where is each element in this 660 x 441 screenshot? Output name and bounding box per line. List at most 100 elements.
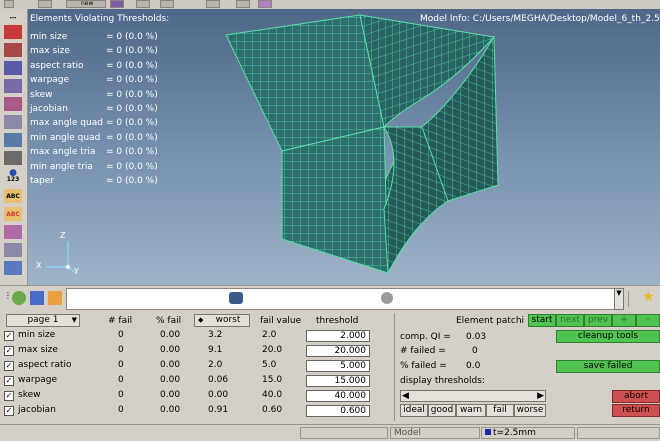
threshold-fail-button[interactable]: fail [486, 404, 514, 417]
row-checkbox[interactable]: ✓ [4, 361, 14, 371]
threshold-input[interactable]: 40.000 [306, 390, 370, 402]
page-select[interactable]: page 1 ▼ [6, 314, 80, 327]
criterion-name: max size [18, 345, 58, 355]
threshold-warn-button[interactable]: warn [456, 404, 486, 417]
mask-icon[interactable] [4, 43, 22, 57]
color-swatch [485, 429, 491, 435]
fail-count: 0 [118, 360, 124, 370]
browser-icon[interactable] [48, 291, 62, 305]
fail-percent: 0.00 [160, 405, 181, 415]
status-property: t=2.5mm [481, 427, 575, 439]
cleanup-tools-button[interactable]: cleanup tools [556, 330, 660, 343]
percent-failed-label: % failed = [400, 361, 447, 371]
abc-icon[interactable]: ABC [4, 189, 22, 203]
display-icon[interactable] [4, 61, 22, 75]
plus-button[interactable]: + [612, 314, 636, 327]
status-extra [577, 427, 660, 439]
fail-value: 15.0 [262, 375, 283, 385]
start-button[interactable]: start [528, 314, 556, 327]
fail-count: 0 [118, 375, 124, 385]
worst-value: 2.0 [208, 360, 223, 370]
fail-value: 2.0 [262, 330, 277, 340]
save-icon[interactable] [110, 0, 124, 8]
status-empty [300, 427, 388, 439]
fail-percent: 0.00 [160, 360, 181, 370]
geometry-icon[interactable] [4, 225, 22, 239]
copy-icon[interactable] [136, 0, 150, 8]
link-icon[interactable] [4, 151, 22, 165]
model-icon[interactable] [229, 292, 243, 304]
row-checkbox[interactable]: ✓ [4, 406, 14, 416]
panel-toolbar: ⋮ ▼ ★ [0, 285, 660, 312]
threshold-slider[interactable]: ◀ ▶ [400, 390, 546, 402]
element-patch-label: Element patchi [456, 316, 525, 326]
worst-value: 9.1 [208, 345, 223, 355]
element-check-icon[interactable] [4, 25, 22, 39]
worst-value: 0.91 [208, 405, 229, 415]
pencil-icon[interactable] [206, 0, 220, 8]
view-cube-icon[interactable] [258, 0, 272, 8]
row-checkbox[interactable]: ✓ [4, 376, 14, 386]
slider-left-arrow-icon[interactable]: ◀ [402, 391, 409, 401]
fail-value: 5.0 [262, 360, 277, 370]
minus-button[interactable]: - [636, 314, 660, 327]
percent-failed-value: 0.0 [466, 361, 481, 371]
threshold-input[interactable]: 0.600 [306, 405, 370, 417]
components-icon[interactable] [12, 291, 26, 305]
worst-sort-button[interactable]: ◆ worst [194, 314, 250, 327]
prev-button[interactable]: prev [584, 314, 612, 327]
graphics-viewport[interactable]: Elements Violating Thresholds: Model Inf… [28, 9, 660, 285]
page-select-value: page 1 [27, 315, 59, 325]
threshold-input[interactable]: 5.000 [306, 360, 370, 372]
layers-icon[interactable] [30, 291, 44, 305]
numbers-icon[interactable]: ● 123 [4, 169, 22, 183]
mesh-lower-box-front [281, 126, 389, 274]
threshold-ideal-button[interactable]: ideal [400, 404, 428, 417]
fail-percent: 0.00 [160, 375, 181, 385]
save-failed-button[interactable]: save failed [556, 360, 660, 373]
slider-right-arrow-icon[interactable]: ▶ [537, 391, 544, 401]
gear-icon[interactable] [381, 292, 393, 304]
normals-icon[interactable] [4, 115, 22, 129]
fail-count: 0 [118, 345, 124, 355]
criterion-name: warpage [18, 375, 58, 385]
comp-qi-label: comp. QI = [400, 332, 451, 342]
drag-handle-icon[interactable]: ⋮ [4, 291, 12, 305]
sort-icon: ◆ [198, 316, 204, 324]
axis-z-label: Z [60, 231, 66, 240]
reset-view-icon[interactable] [4, 243, 22, 257]
redo-icon[interactable] [38, 0, 52, 8]
row-checkbox[interactable]: ✓ [4, 331, 14, 341]
abc-red-icon[interactable]: ABC [4, 207, 22, 221]
axis-triad [46, 241, 77, 274]
status-thickness: t=2.5mm [493, 428, 536, 438]
fail-count: 0 [118, 390, 124, 400]
abort-button[interactable]: abort [612, 390, 660, 403]
free-edges-icon[interactable] [4, 133, 22, 147]
component-icon[interactable] [4, 97, 22, 111]
threshold-input[interactable]: 2.000 [306, 330, 370, 342]
star-icon[interactable]: ★ [642, 289, 655, 305]
new-button[interactable]: new [66, 0, 106, 8]
mesh-model [46, 14, 499, 275]
left-toolbar: ⋯ ● 123 ABC ABC [0, 9, 28, 285]
fail-percent: 0.00 [160, 345, 181, 355]
select-icon[interactable] [236, 0, 250, 8]
row-checkbox[interactable]: ✓ [4, 346, 14, 356]
row-checkbox[interactable]: ✓ [4, 391, 14, 401]
scroll-down-icon[interactable]: ▼ [614, 288, 624, 310]
paste-icon[interactable] [160, 0, 174, 8]
return-button[interactable]: return [612, 404, 660, 417]
grid-icon[interactable] [4, 79, 22, 93]
threshold-good-button[interactable]: good [428, 404, 456, 417]
undo-icon[interactable] [4, 0, 14, 8]
threshold-input[interactable]: 15.000 [306, 375, 370, 387]
worst-value: 0.00 [208, 390, 229, 400]
comp-qi-value: 0.03 [466, 332, 487, 342]
fit-icon[interactable] [4, 261, 22, 275]
threshold-worse-button[interactable]: worse [514, 404, 546, 417]
drag-handle-icon[interactable]: ⋯ [4, 11, 22, 25]
fail-count: 0 [118, 405, 124, 415]
next-button[interactable]: next [556, 314, 584, 327]
threshold-input[interactable]: 20.000 [306, 345, 370, 357]
